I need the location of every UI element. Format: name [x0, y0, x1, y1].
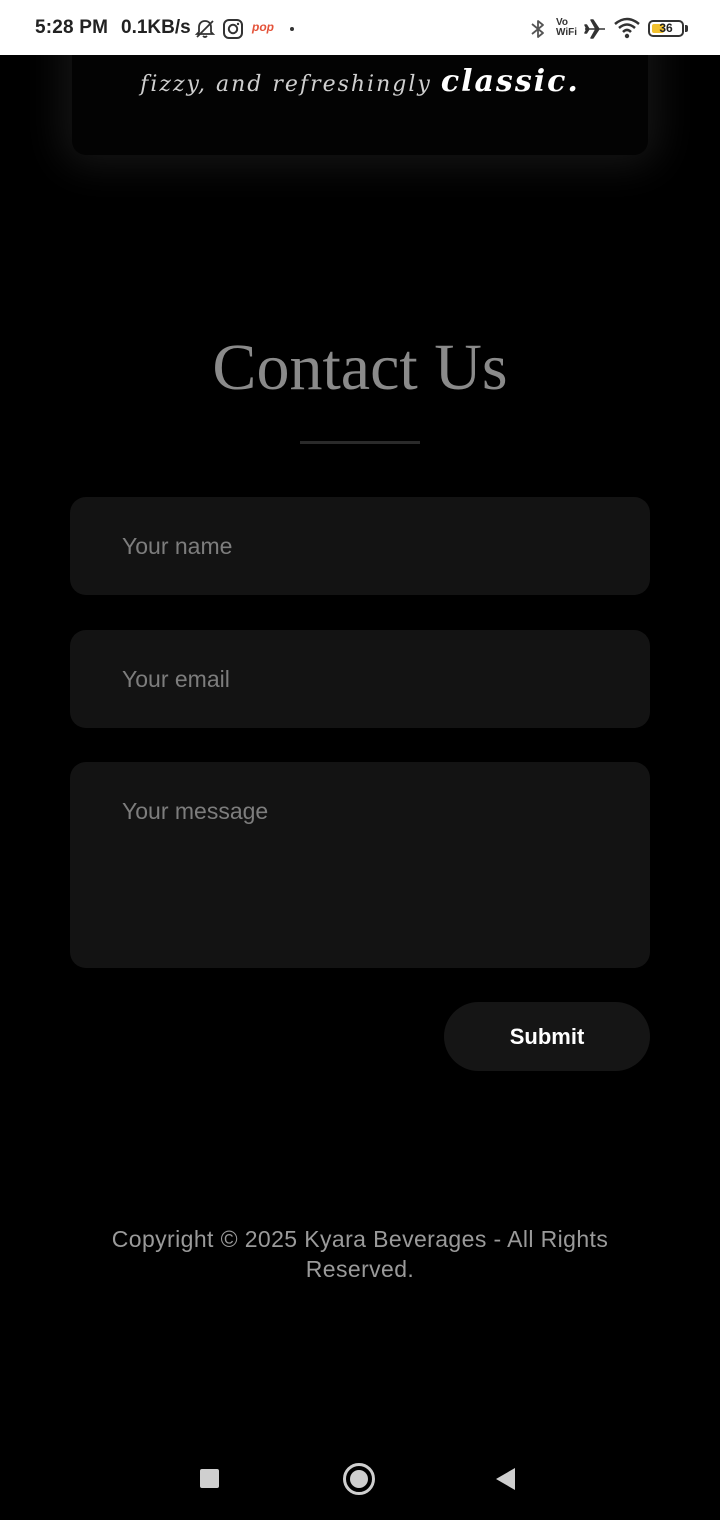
notification-dot	[290, 27, 294, 31]
message-input[interactable]	[70, 762, 650, 968]
status-bar: 5:28 PM 0.1KB/s pop Vo WiFi 36	[0, 0, 720, 55]
email-input[interactable]	[70, 630, 650, 728]
battery-cap	[685, 25, 688, 32]
recent-apps-icon[interactable]	[200, 1469, 219, 1488]
pop-icon: pop	[252, 20, 274, 34]
battery-icon: 36	[648, 20, 684, 37]
footer-copyright: Copyright © 2025 Kyara Beverages - All R…	[111, 1226, 609, 1282]
battery-level: 36	[659, 21, 673, 35]
home-icon-inner	[350, 1470, 368, 1488]
airplane-icon	[584, 19, 605, 39]
back-icon[interactable]	[496, 1468, 515, 1490]
vowifi-icon: Vo WiFi	[556, 18, 577, 38]
status-network-speed: 0.1KB/s	[121, 17, 191, 38]
hero-tagline-text: fizzy, and refreshingly	[140, 72, 432, 97]
bluetooth-icon	[531, 20, 544, 38]
mute-icon	[194, 20, 216, 38]
hero-tagline-emphasis: classic.	[440, 64, 580, 99]
title-divider	[300, 441, 420, 444]
instagram-icon	[223, 19, 243, 39]
wifi-icon	[614, 17, 640, 39]
hero-tagline: fizzy, and refreshingly classic.	[72, 64, 648, 99]
status-time: 5:28 PM	[35, 17, 109, 38]
vowifi-bottom-text: WiFi	[556, 27, 578, 38]
submit-button[interactable]: Submit	[444, 1002, 650, 1071]
name-input[interactable]	[70, 497, 650, 595]
contact-title: Contact Us	[212, 331, 508, 404]
home-icon[interactable]	[343, 1463, 375, 1495]
